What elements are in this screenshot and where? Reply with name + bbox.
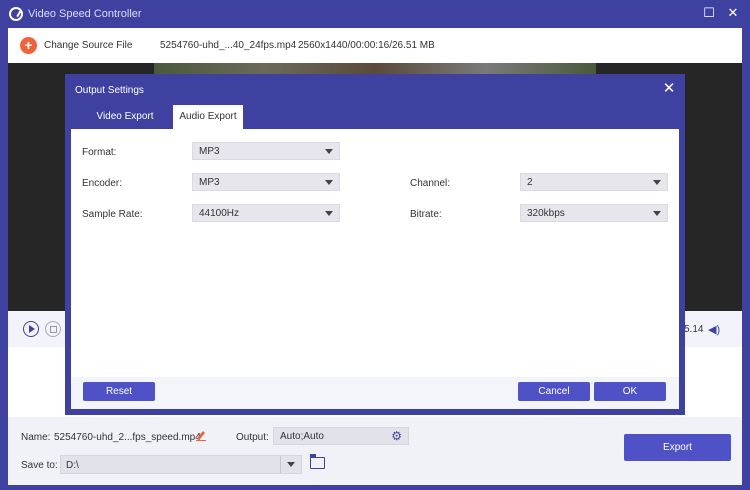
play-icon[interactable] <box>23 321 39 337</box>
bitrate-label: Bitrate: <box>410 209 442 220</box>
save-path-value: D:\ <box>66 460 79 471</box>
dialog-title: Output Settings <box>75 85 144 96</box>
bitrate-value: 320kbps <box>527 208 565 219</box>
channel-value: 2 <box>527 177 533 188</box>
chevron-down-icon <box>653 180 661 185</box>
ok-button[interactable]: OK <box>594 382 666 401</box>
dialog-footer: Reset Cancel OK <box>71 377 679 409</box>
format-label: Format: <box>82 147 117 158</box>
reset-button[interactable]: Reset <box>83 382 155 401</box>
change-source-button[interactable]: Change Source File <box>44 40 132 51</box>
sample-rate-value: 44100Hz <box>199 208 240 219</box>
app-title: Video Speed Controller <box>28 8 142 20</box>
select-divider <box>280 456 281 473</box>
app-window: Video Speed Controller ☐ ✕ + Change Sour… <box>0 0 750 490</box>
sample-rate-label: Sample Rate: <box>82 209 143 220</box>
save-to-label: Save to: <box>21 460 58 471</box>
export-button[interactable]: Export <box>624 434 731 461</box>
chevron-down-icon <box>325 180 333 185</box>
app-logo-icon <box>9 7 23 21</box>
encoder-select[interactable]: MP3 <box>192 173 340 191</box>
chevron-down-icon <box>325 211 333 216</box>
output-label: Output: <box>236 432 269 443</box>
format-select[interactable]: MP3 <box>192 142 340 160</box>
chevron-down-icon <box>325 149 333 154</box>
chevron-down-icon <box>653 211 661 216</box>
add-file-icon[interactable]: + <box>20 37 37 54</box>
tab-video-export[interactable]: Video Export <box>85 105 165 129</box>
output-value: Auto;Auto <box>280 431 324 442</box>
stop-icon[interactable] <box>45 321 61 337</box>
encoder-value: MP3 <box>199 177 220 188</box>
channel-label: Channel: <box>410 178 451 189</box>
tab-audio-export[interactable]: Audio Export <box>173 105 243 129</box>
name-label: Name: <box>21 432 51 443</box>
audio-settings-panel: Format: MP3 Encoder: MP3 Sample Rate: 44… <box>71 129 679 377</box>
output-field[interactable]: Auto;Auto ⚙ <box>273 427 409 445</box>
sample-rate-select[interactable]: 44100Hz <box>192 204 340 222</box>
title-bar: Video Speed Controller ☐ ✕ <box>0 0 750 28</box>
toolbar: + Change Source File 5254760-uhd_...40_2… <box>8 28 742 63</box>
close-icon[interactable]: ✕ <box>662 81 676 96</box>
folder-icon[interactable] <box>310 454 325 469</box>
encoder-label: Encoder: <box>82 178 123 189</box>
gear-icon[interactable]: ⚙ <box>391 429 402 443</box>
maximize-icon[interactable]: ☐ <box>702 6 716 20</box>
bitrate-select[interactable]: 320kbps <box>520 204 668 222</box>
chevron-down-icon[interactable] <box>287 462 295 467</box>
format-value: MP3 <box>199 146 220 157</box>
cancel-button[interactable]: Cancel <box>518 382 590 401</box>
edit-name-icon[interactable] <box>196 429 206 441</box>
output-settings-dialog: Output Settings ✕ Video Export Audio Exp… <box>65 74 685 415</box>
save-path-select[interactable]: D:\ <box>60 455 302 474</box>
output-file-name: 5254760-uhd_2...fps_speed.mp4 <box>54 432 201 443</box>
time-end: 5.14 <box>684 324 704 335</box>
channel-select[interactable]: 2 <box>520 173 668 191</box>
source-file-name: 5254760-uhd_...40_24fps.mp4 <box>160 40 297 51</box>
source-file-info: 2560x1440/00:00:16/26.51 MB <box>298 40 435 51</box>
bottom-bar: Name: 5254760-uhd_2...fps_speed.mp4 Outp… <box>8 417 742 485</box>
close-window-icon[interactable]: ✕ <box>726 6 740 20</box>
volume-icon[interactable]: ◀) <box>708 323 720 336</box>
